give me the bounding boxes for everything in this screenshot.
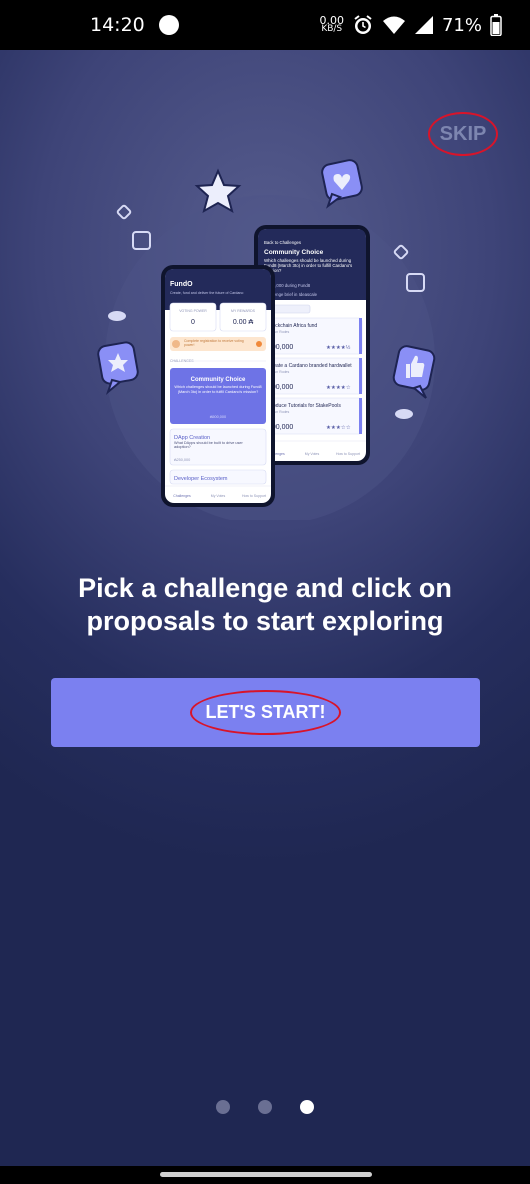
rewards-card [219,302,267,332]
heart-bubble-icon [321,159,363,209]
alarm-icon [354,15,372,34]
page-dot-1[interactable] [216,1100,230,1114]
back-link: Back to Challenges [264,240,301,245]
page-dot-3[interactable] [300,1100,314,1114]
front-tab-how-to-support: How to Support [242,494,266,498]
coin-deco [108,311,126,321]
proposal-item: Create a Cardano branded hardwallet Shau… [263,357,363,395]
svg-text:Produce Tutorials for StakePoo: Produce Tutorials for StakePools [268,403,341,409]
svg-text:VOTING POWER: VOTING POWER [179,309,207,313]
svg-text:0: 0 [191,319,195,326]
svg-text:★★★★½: ★★★★½ [326,344,351,351]
back-phone-title: Community Choice [264,249,324,256]
square-deco [132,231,151,250]
front-tab-challenges: Challenges [173,494,191,498]
back-phone-subtitle: Which challenges should be launched duri… [264,258,353,273]
lets-start-button[interactable]: LET'S START! [51,678,480,747]
proposal-item: Produce Tutorials for StakePools Shaun R… [263,397,363,435]
svg-text:Create a Cardano branded hardw: Create a Cardano branded hardwallet [268,363,352,369]
network-speed: 0.00 KB/S [319,14,344,34]
front-tab-my-votes: My Votes [211,494,226,498]
app-tagline: Create, fund and deliver the future of C… [170,291,243,295]
page-indicator [0,1100,530,1114]
svg-text:Blockchain Africa fund: Blockchain Africa fund [268,323,317,329]
diamond-deco [116,204,132,220]
svg-text:₳250,000: ₳250,000 [174,458,190,462]
onboarding-illustration: Back to Challenges Community Choice Whic… [97,159,436,520]
proposal-item: Blockchain Africa fund Shaun Rodes 000,0… [263,317,363,355]
voting-power-card [169,302,217,332]
back-tab-my-votes: My Votes [305,452,320,456]
phone-front: FundO Create, fund and deliver the futur… [161,265,275,507]
signal-icon [414,16,433,34]
status-bar: 14:20 0.00 KB/S 71% [0,0,530,50]
status-time: 14:20 [90,14,145,36]
wifi-icon [382,16,405,34]
svg-text:Developer Ecosystem: Developer Ecosystem [174,476,228,482]
onboarding-headline: Pick a challenge and click on proposals … [78,573,452,636]
svg-text:₳500,000: ₳500,000 [210,415,226,419]
back-tab-how-to-support: How to Support [336,452,360,456]
app-name: FundO [170,281,193,288]
page-dot-2[interactable] [258,1100,272,1114]
onboarding-screen: SKIP Back to Challenges Community Choice… [0,50,530,1166]
svg-text:★★★☆☆: ★★★☆☆ [326,424,351,431]
svg-text:0.00 ₳: 0.00 ₳ [233,319,254,326]
battery-icon [490,14,502,36]
notification-dot-icon [158,15,179,35]
coin-deco [395,409,413,419]
battery-percent: 71% [441,14,482,36]
svg-text:★★★★☆: ★★★★☆ [326,384,351,391]
navigation-bar [0,1166,530,1184]
home-gesture-bar[interactable] [160,1172,372,1177]
svg-text:Community Choice: Community Choice [191,377,246,383]
svg-text:MY REWARDS: MY REWARDS [231,309,256,313]
